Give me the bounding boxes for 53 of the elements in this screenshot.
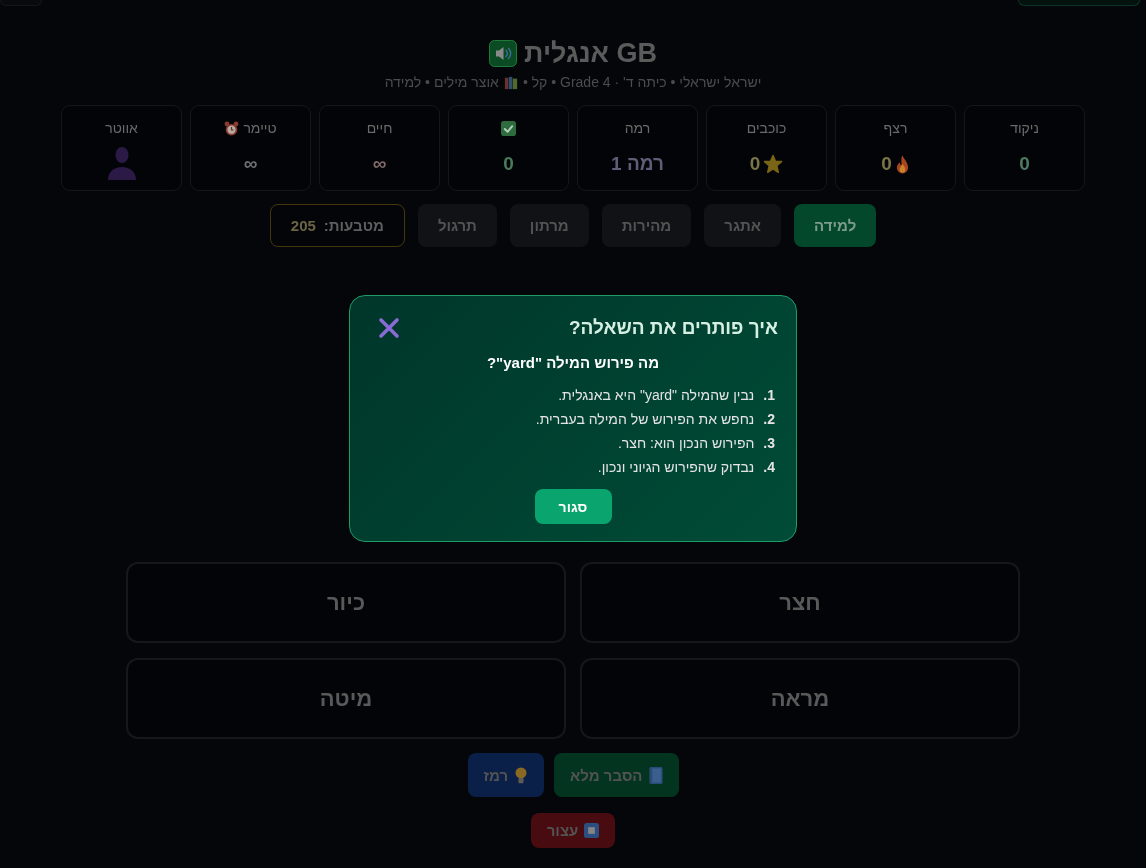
- stop-button[interactable]: עצור: [530, 813, 616, 848]
- stop-icon: [584, 823, 600, 838]
- close-icon[interactable]: [378, 317, 400, 339]
- dialog-title: איך פותרים את השאלה?: [568, 316, 778, 340]
- mode-tab[interactable]: תרגול: [417, 204, 497, 247]
- books-icon: [503, 75, 518, 90]
- step-number: 1.: [763, 386, 775, 405]
- step-number: 4.: [763, 458, 775, 477]
- step-number: 2.: [763, 410, 775, 429]
- subtitle-text: ישראל ישראלי • כיתה ד' · Grade 4 • קל •: [522, 74, 762, 91]
- step-text: נבין שהמילה "yard" היא באנגלית.: [558, 386, 755, 405]
- mode-tab[interactable]: מהירות: [601, 204, 692, 247]
- step-number: 3.: [763, 434, 775, 453]
- stat-value: 0: [749, 152, 761, 176]
- page-title: GB אנגלית: [524, 37, 657, 69]
- mode-tab[interactable]: מרתון: [509, 204, 589, 247]
- step-text: הפירוש הנכון הוא: חצר.: [617, 434, 755, 453]
- subtitle-text: אוצר מילים • למידה: [384, 74, 499, 91]
- star-icon: [763, 154, 784, 174]
- answer-option[interactable]: כיור: [126, 562, 566, 643]
- stat-value: ∞: [243, 152, 258, 176]
- mode-tab[interactable]: למידה: [794, 204, 877, 247]
- stat-label: כוכבים: [746, 119, 787, 137]
- step-text: נחפש את הפירוש של המילה בעברית.: [535, 410, 755, 429]
- stat-value: רמה 1: [611, 152, 664, 176]
- stat-label: אווטר: [105, 119, 138, 137]
- checkmark-icon: [501, 120, 516, 136]
- coins-value: 205: [290, 217, 316, 234]
- step-text: נבדוק שהפירוש הגיוני ונכון.: [597, 458, 755, 477]
- book-icon: [648, 766, 663, 784]
- hint-button[interactable]: רמז: [467, 753, 545, 797]
- lightbulb-icon: [514, 766, 529, 784]
- answer-option[interactable]: מיטה: [126, 658, 566, 739]
- mode-tab[interactable]: אתגר: [704, 204, 782, 247]
- alarm-clock-icon: [224, 120, 240, 136]
- close-button[interactable]: סגור: [534, 489, 612, 524]
- stat-value: 0: [881, 152, 892, 176]
- stat-label: ניקוד: [1010, 119, 1039, 137]
- stat-value: 0: [503, 152, 514, 176]
- explain-button[interactable]: הסבר מלא: [554, 753, 679, 797]
- coins-label: מטבעות:: [323, 217, 384, 234]
- flame-icon: [894, 154, 910, 174]
- avatar-icon: [107, 146, 136, 180]
- stat-value: 0: [1019, 152, 1030, 176]
- stat-label: חיים: [366, 119, 393, 137]
- stat-value: ∞: [372, 152, 387, 176]
- stat-label: רמה: [624, 119, 651, 137]
- dialog-question: מה פירוש המילה "yard"?: [485, 353, 661, 373]
- stat-label: רצף: [883, 119, 908, 137]
- answer-option[interactable]: חצר: [580, 562, 1020, 643]
- stat-label: טיימר: [243, 119, 277, 137]
- answer-option[interactable]: מראה: [580, 658, 1020, 739]
- speaker-icon[interactable]: [489, 39, 518, 67]
